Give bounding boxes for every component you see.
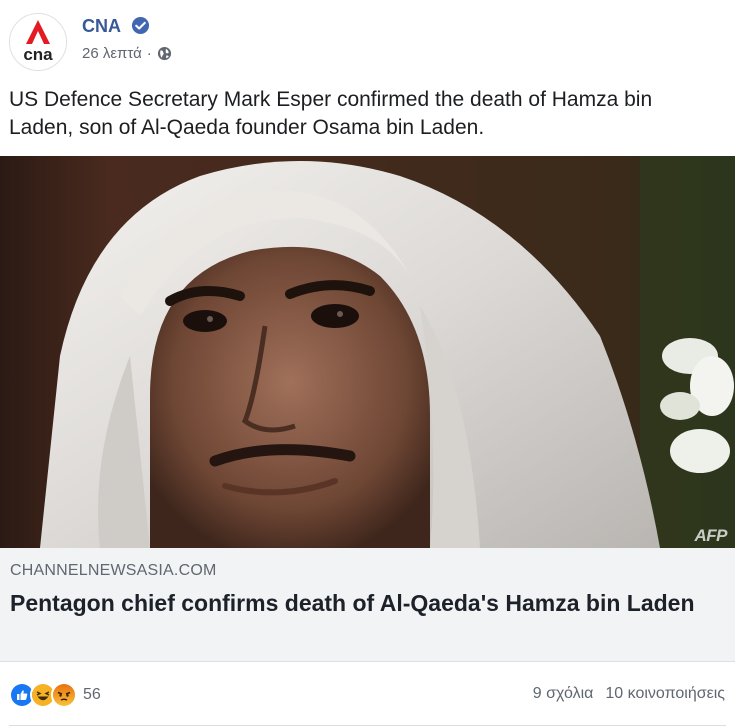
reaction-summary[interactable]: 56 xyxy=(9,682,101,708)
link-preview[interactable]: CHANNELNEWSASIA.COM Pentagon chief confi… xyxy=(0,548,735,662)
post-timestamp[interactable]: 26 λεπτά xyxy=(82,45,142,62)
engagement-stats: 9 σχόλια 10 κοινοποιήσεις xyxy=(533,685,725,703)
comments-count-link[interactable]: 9 σχόλια xyxy=(533,685,594,703)
facebook-post: cna CNA 26 λεπτά · US Defence Secretary … xyxy=(0,0,735,726)
page-name-link[interactable]: CNA xyxy=(82,16,121,37)
shares-count-link[interactable]: 10 κοινοποιήσεις xyxy=(605,685,725,703)
link-domain: CHANNELNEWSASIA.COM xyxy=(10,562,217,579)
angry-reaction-icon xyxy=(51,682,77,708)
meta-separator: · xyxy=(146,45,152,62)
post-image[interactable]: AFP xyxy=(0,156,735,548)
link-headline[interactable]: Pentagon chief confirms death of Al-Qaed… xyxy=(10,588,710,618)
post-header: cna CNA 26 λεπτά · xyxy=(0,0,735,80)
portrait-image xyxy=(0,156,735,548)
image-watermark: AFP xyxy=(694,526,728,545)
post-meta: 26 λεπτά · xyxy=(82,45,172,62)
page-avatar[interactable]: cna xyxy=(9,13,67,71)
post-caption: US Defence Secretary Mark Esper confirme… xyxy=(9,88,653,139)
cna-logo-icon: cna xyxy=(10,14,66,70)
avatar-logo-text: cna xyxy=(23,45,53,64)
globe-icon[interactable] xyxy=(157,46,172,61)
verified-badge-icon xyxy=(131,16,150,35)
post-footer: 56 9 σχόλια 10 κοινοποιήσεις xyxy=(0,663,735,726)
reaction-count: 56 xyxy=(83,686,101,703)
